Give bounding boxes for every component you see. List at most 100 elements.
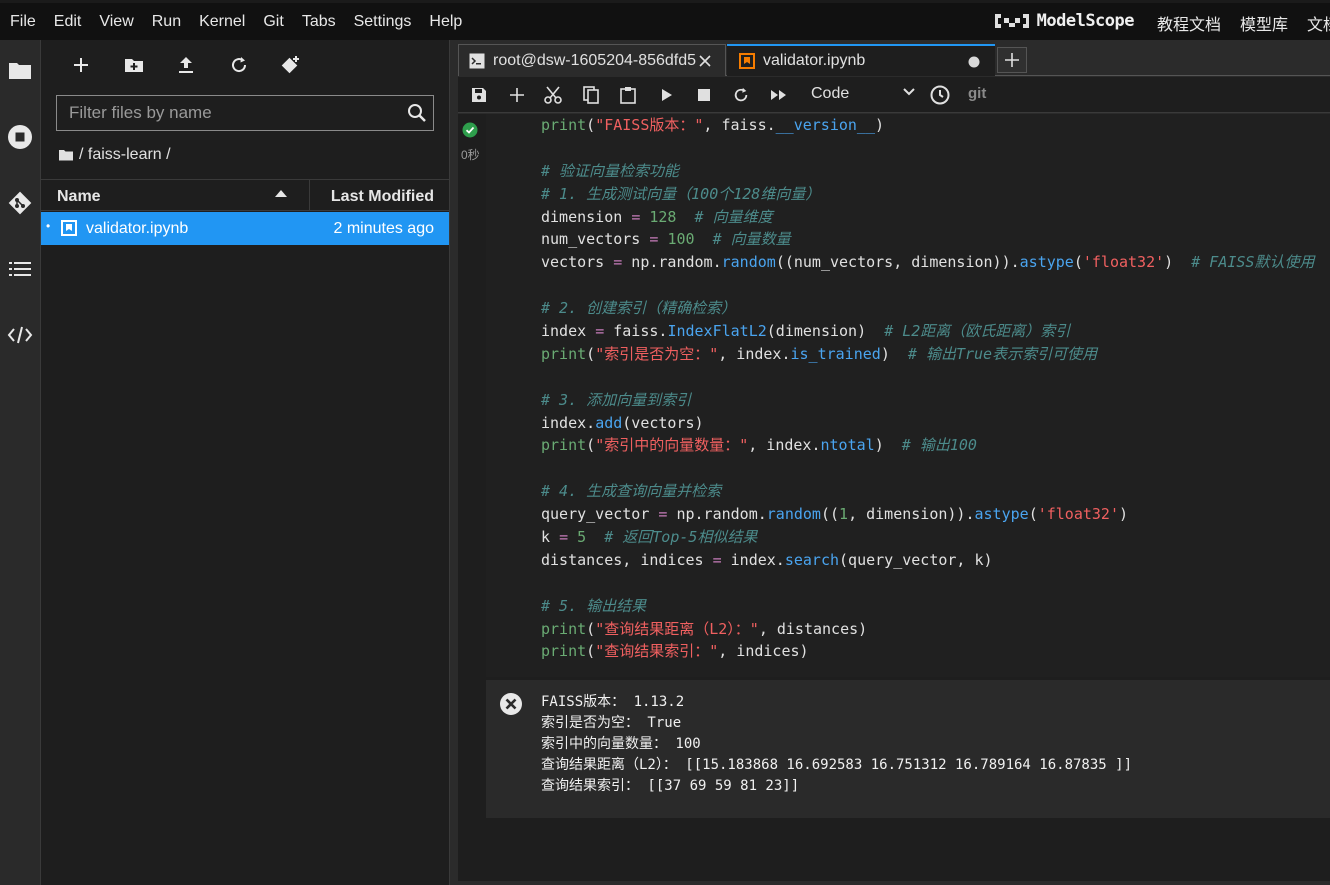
activity-running[interactable] [0,112,40,162]
git-clone-icon [281,56,299,74]
code-line: index = faiss.IndexFlatL2(dimension) # L… [541,322,1071,341]
new-tab-button[interactable] [997,47,1027,73]
menu-kernel[interactable]: Kernel [190,3,254,40]
run-button[interactable] [656,84,678,106]
copy-icon [583,86,599,104]
insert-cell-button[interactable] [506,84,528,106]
folder-icon [9,63,31,79]
notebook-icon [61,220,77,236]
code-line: # 验证向量检索功能 [541,161,680,180]
search-icon [408,104,426,122]
menu-tabs[interactable]: Tabs [293,3,345,40]
code-line: query_vector = np.random.random((1, dime… [541,505,1129,524]
output-line: 查询结果距离（L2）： [[15.183868 16.692583 16.751… [541,757,1133,773]
tab-notebook[interactable]: validator.ipynb [727,44,995,76]
code-line: ​ [541,457,1314,480]
file-name: validator.ipynb [86,220,189,237]
plus-icon [510,88,524,102]
code-line: print("索引中的向量数量：", index.ntotal) # 输出100 [541,436,977,455]
paste-icon [620,87,636,104]
main-area: root@dsw-1605204-856dfd5 validator.ipynb [450,40,1330,885]
notebook-toolbar: Code git [458,77,1330,113]
code-cell-editor[interactable]: print("FAISS版本：", faiss.__version__)​# 验… [486,114,1330,677]
menu-view[interactable]: View [90,3,142,40]
git-label[interactable]: git [968,85,986,102]
save-button[interactable] [468,84,490,106]
code-line: vectors = np.random.random((num_vectors,… [541,253,1315,272]
upload-button[interactable] [173,52,199,78]
tab-notebook-label: validator.ipynb [763,52,866,69]
file-filter-input[interactable] [57,96,387,130]
tab-terminal-label: root@dsw-1605204-856dfd5 [493,51,697,69]
plus-icon [1005,53,1019,67]
column-divider[interactable] [309,180,310,211]
new-folder-button[interactable] [121,52,147,78]
copy-button[interactable] [580,84,602,106]
unsaved-indicator-icon[interactable] [968,56,980,68]
new-folder-icon [125,59,143,72]
paste-button[interactable] [617,84,639,106]
file-list-header: Name Last Modified [41,179,449,211]
interrupt-button[interactable] [693,84,715,106]
activity-table-of-contents[interactable] [0,244,40,294]
unsaved-dot: • [46,219,51,233]
activity-code-snippets[interactable] [0,310,40,360]
output-line: 索引中的向量数量： 100 [541,736,701,752]
chevron-down-icon[interactable] [903,87,915,97]
link-model-hub[interactable]: 模型库 [1240,11,1288,35]
git-icon [8,191,32,215]
restart-run-all-button[interactable] [768,84,790,106]
code-line: print("查询结果索引：", indices) [541,642,809,661]
cell-type-select[interactable]: Code [811,85,849,103]
code-line: ​ [541,366,1314,389]
code-line: # 5. 输出结果 [541,596,647,615]
menu-bar: File Edit View Run Kernel Git Tabs Setti… [0,0,1330,40]
code-line: k = 5 # 返回Top-5相似结果 [541,528,758,547]
file-row[interactable]: • validator.ipynb 2 minutes ago [41,212,449,245]
code-line: num_vectors = 100 # 向量数量 [541,230,791,249]
folder-small-icon[interactable] [59,149,73,161]
kernel-status-button[interactable] [929,84,951,106]
code-line: # 4. 生成查询向量并检索 [541,482,722,501]
sort-ascending-icon [275,190,287,197]
column-last-modified[interactable]: Last Modified [331,188,434,206]
tab-terminal[interactable]: root@dsw-1605204-856dfd5 [458,44,726,76]
menu-git[interactable]: Git [254,3,292,40]
restart-kernel-button[interactable] [730,84,752,106]
menu-settings[interactable]: Settings [345,3,421,40]
link-docs[interactable]: 文档 [1307,11,1330,35]
menu-help[interactable]: Help [420,3,471,40]
code-line: ​ [541,274,1314,297]
close-icon[interactable] [699,54,711,67]
list-icon [9,262,31,276]
code-line: ​ [541,572,1314,595]
clear-output-icon[interactable] [499,692,523,716]
refresh-button[interactable] [226,52,252,78]
save-icon [472,88,486,102]
top-links: 教程文档 模型库 文档 [1157,3,1330,43]
menu-edit[interactable]: Edit [45,3,91,40]
execution-time: 0秒 [461,148,480,162]
activity-file-browser[interactable] [0,45,40,95]
notebook-content: 0秒 print("FAISS版本：", faiss.__version__) ​… [458,114,1330,881]
column-name[interactable]: Name [57,188,101,206]
cut-button[interactable] [542,84,564,106]
code-line: # 2. 创建索引（精确检索） [541,299,737,318]
menu-run[interactable]: Run [143,3,190,40]
notebook-tab-icon [739,53,755,69]
code-block: print("FAISS版本：", faiss.__version__)​# 验… [541,114,1314,663]
git-clone-button[interactable] [278,52,304,78]
new-launcher-button[interactable] [68,52,94,78]
output-line: FAISS版本： 1.13.2 [541,694,685,710]
tab-bar: root@dsw-1605204-856dfd5 validator.ipynb [458,44,1330,76]
code-line: # 3. 添加向量到索引 [541,390,692,409]
link-tutorials[interactable]: 教程文档 [1157,11,1221,35]
menu-file[interactable]: File [0,3,45,40]
breadcrumb-path[interactable]: / faiss-learn / [79,146,171,164]
check-circle-icon [462,122,478,138]
fast-forward-icon [771,90,786,100]
modelscope-logo[interactable]: ModelScope [993,10,1135,32]
code-line: dimension = 128 # 向量维度 [541,207,773,226]
activity-git[interactable] [0,178,40,228]
output-line: 查询结果索引： [[37 69 59 81 23]] [541,778,800,794]
